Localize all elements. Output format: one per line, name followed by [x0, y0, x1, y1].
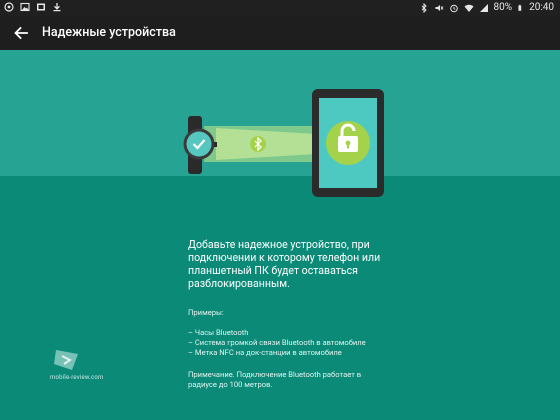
- notification-icons: [4, 2, 62, 12]
- battery-icon: [518, 4, 522, 11]
- download-icon: [53, 3, 61, 12]
- note-text: Примечание. Подключение Bluetooth работа…: [188, 370, 362, 389]
- status-bar: 80% 20:40: [0, 0, 560, 16]
- app-bar: Надежные устройства: [0, 16, 560, 50]
- examples-list: – Часы Bluetooth – Система громкой связи…: [188, 328, 388, 358]
- list-item: – Система громкой связи Bluetooth в авто…: [188, 338, 366, 347]
- battery-percent: 80%: [493, 2, 513, 13]
- tablet-unlocked-icon: [312, 89, 384, 197]
- whatsapp-icon: [4, 2, 14, 12]
- trusted-device-illustration: [183, 89, 384, 197]
- clock: 20:40: [529, 2, 554, 13]
- list-item: – Метка NFC на док-станции в автомобиле: [188, 348, 342, 357]
- arrow-back-icon[interactable]: [10, 23, 32, 43]
- bluetooth-icon: [250, 136, 266, 152]
- examples-title: Примеры:: [188, 308, 224, 317]
- bluetooth-icon: [421, 3, 427, 13]
- description-text: Добавьте надежное устройство, при подклю…: [188, 238, 381, 290]
- image-icon: [20, 2, 30, 12]
- system-indicators: 80% 20:40: [419, 2, 554, 14]
- smartwatch-icon: [183, 116, 217, 174]
- gallery-icon: [37, 3, 45, 11]
- list-item: – Часы Bluetooth: [188, 328, 249, 337]
- page-title: Надежные устройства: [42, 25, 176, 40]
- alarm-icon: [449, 4, 458, 13]
- wifi-icon: [464, 4, 474, 12]
- watermark-text: mobile-review.com: [50, 374, 104, 381]
- mute-icon: [435, 5, 443, 11]
- content: Добавьте надежное устройство, при подклю…: [188, 238, 388, 398]
- watermark-logo: [54, 350, 78, 370]
- signal-icon: [479, 4, 488, 12]
